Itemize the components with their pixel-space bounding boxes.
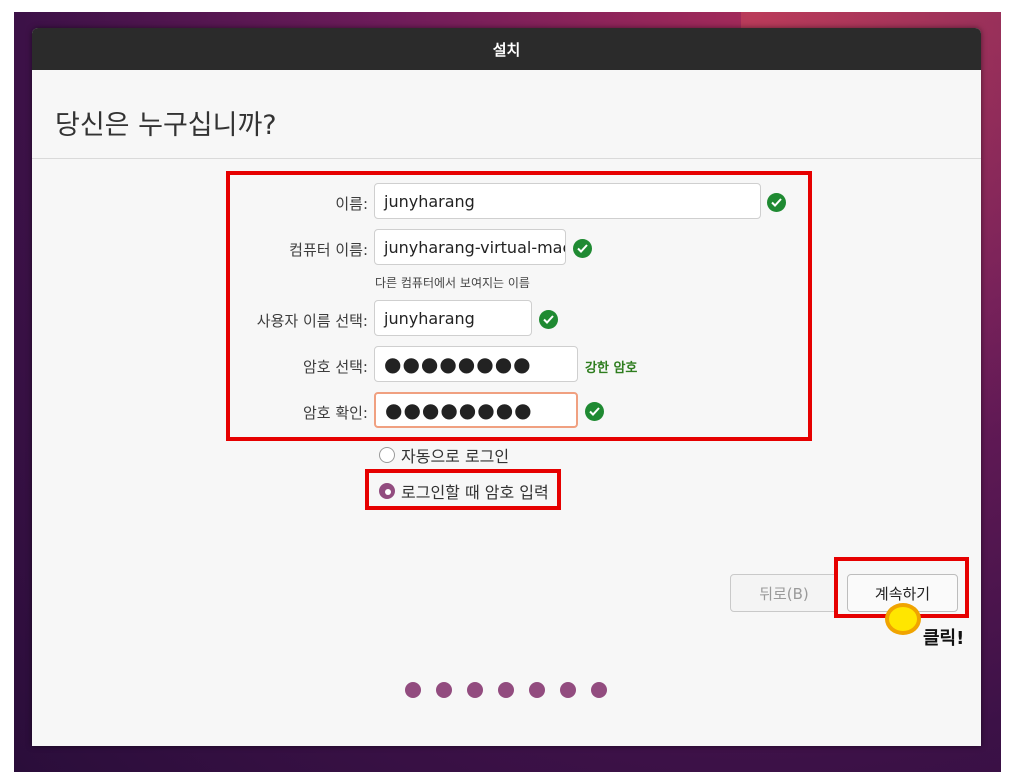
progress-dot [591,682,607,698]
progress-dot [560,682,576,698]
progress-dot [498,682,514,698]
title-bar: 설치 [32,28,981,70]
confirm-valid-check-icon [585,402,604,421]
divider [32,158,981,159]
username-input[interactable]: junyharang [374,300,532,336]
computer-name-hint: 다른 컴퓨터에서 보여지는 이름 [375,276,530,290]
auto-login-option[interactable]: 자동으로 로그인 [379,443,509,467]
name-label: 이름: [335,195,368,213]
password-strength: 강한 암호 [585,361,638,376]
click-marker [885,603,921,635]
installer-window: 설치 당신은 누구십니까? [32,28,981,746]
back-button[interactable]: 뒤로(B) [730,574,838,612]
username-valid-check-icon [539,310,558,329]
username-label: 사용자 이름 선택: [256,312,368,330]
click-annotation-label: 클릭! [923,628,965,649]
computer-name-input[interactable]: junyharang-virtual-mac [374,229,566,265]
computer-name-label: 컴퓨터 이름: [289,241,368,259]
require-password-radio[interactable] [379,483,395,499]
progress-dot [436,682,452,698]
name-valid-check-icon [767,193,786,212]
page-title: 당신은 누구십니까? [55,110,277,141]
auto-login-label: 자동으로 로그인 [401,447,510,466]
require-password-option[interactable]: 로그인할 때 암호 입력 [379,479,549,503]
password-label: 암호 선택: [302,358,368,376]
password-input[interactable]: ●●●●●●●● [374,346,578,382]
window-title: 설치 [492,40,521,59]
auto-login-radio[interactable] [379,447,395,463]
name-input[interactable]: junyharang [374,183,761,219]
confirm-password-input[interactable]: ●●●●●●●● [374,392,578,428]
require-password-label: 로그인할 때 암호 입력 [401,483,549,502]
progress-dot [529,682,545,698]
confirm-password-label: 암호 확인: [302,404,368,422]
progress-indicator [405,682,607,698]
computer-name-valid-check-icon [573,239,592,258]
progress-dot [467,682,483,698]
progress-dot [405,682,421,698]
